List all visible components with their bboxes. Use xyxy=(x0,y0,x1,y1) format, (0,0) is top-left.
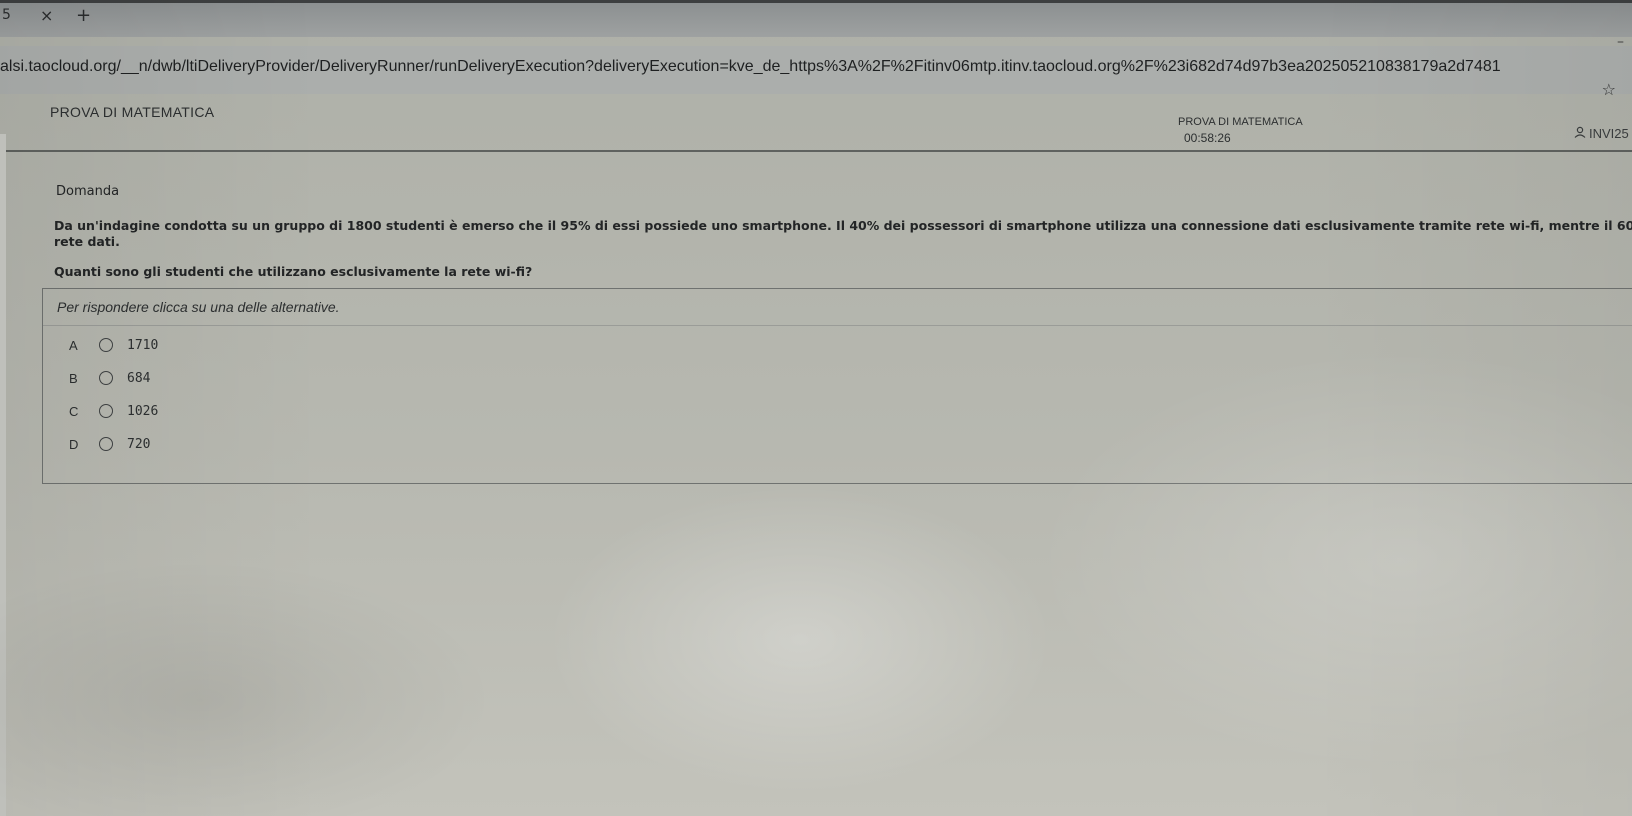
timer: 00:58:26 xyxy=(1184,131,1231,145)
radio-button[interactable] xyxy=(99,404,113,418)
choice-a[interactable]: A 1710 xyxy=(69,333,158,357)
choice-letter: C xyxy=(69,403,79,419)
choice-letter: B xyxy=(69,370,78,386)
choice-b[interactable]: B 684 xyxy=(69,366,150,390)
browser-tab-strip: 5 × + xyxy=(0,0,1632,37)
user-info: INVI25 xyxy=(1574,126,1629,141)
user-name: INVI25 xyxy=(1589,126,1629,141)
choice-c[interactable]: C 1026 xyxy=(69,399,158,423)
question-text: Da un'indagine condotta su un gruppo di … xyxy=(54,218,1632,250)
radio-button[interactable] xyxy=(99,371,113,385)
radio-button[interactable] xyxy=(99,338,113,352)
test-title: PROVA DI MATEMATICA xyxy=(50,104,215,120)
choice-value[interactable]: 684 xyxy=(127,371,150,386)
radio-button[interactable] xyxy=(99,437,113,451)
bookmark-star-icon[interactable]: ☆ xyxy=(1602,80,1616,99)
question-text-line-1: Da un'indagine condotta su un gruppo di … xyxy=(54,218,1632,233)
test-header: PROVA DI MATEMATICA PROVA DI MATEMATICA … xyxy=(0,100,1632,152)
address-bar[interactable]: alsi.taocloud.org/__n/dwb/ltiDeliveryPro… xyxy=(0,46,1632,99)
user-icon xyxy=(1574,126,1586,141)
question-label: Domanda xyxy=(56,184,120,199)
new-tab-icon[interactable]: + xyxy=(76,5,91,26)
choice-interaction: Per rispondere clicca su una delle alter… xyxy=(42,288,1632,484)
choice-letter: A xyxy=(69,337,78,353)
tab-number[interactable]: 5 xyxy=(2,7,11,23)
url-text[interactable]: alsi.taocloud.org/__n/dwb/ltiDeliveryPro… xyxy=(0,58,1501,76)
choice-instruction: Per rispondere clicca su una delle alter… xyxy=(57,299,340,315)
choice-value[interactable]: 720 xyxy=(127,437,150,452)
divider xyxy=(43,325,1632,326)
question-text-line-2: rete dati. xyxy=(54,234,120,249)
choice-letter: D xyxy=(69,436,79,452)
choice-value[interactable]: 1026 xyxy=(127,404,158,419)
left-edge xyxy=(0,134,6,816)
test-section-title: PROVA DI MATEMATICA xyxy=(1178,116,1303,128)
screen: 5 × + – alsi.taocloud.org/__n/dwb/ltiDel… xyxy=(0,0,1632,816)
question-prompt: Quanti sono gli studenti che utilizzano … xyxy=(54,264,533,279)
tab-close-icon[interactable]: × xyxy=(40,6,53,25)
choice-value[interactable]: 1710 xyxy=(127,338,158,353)
choice-d[interactable]: D 720 xyxy=(69,432,150,456)
